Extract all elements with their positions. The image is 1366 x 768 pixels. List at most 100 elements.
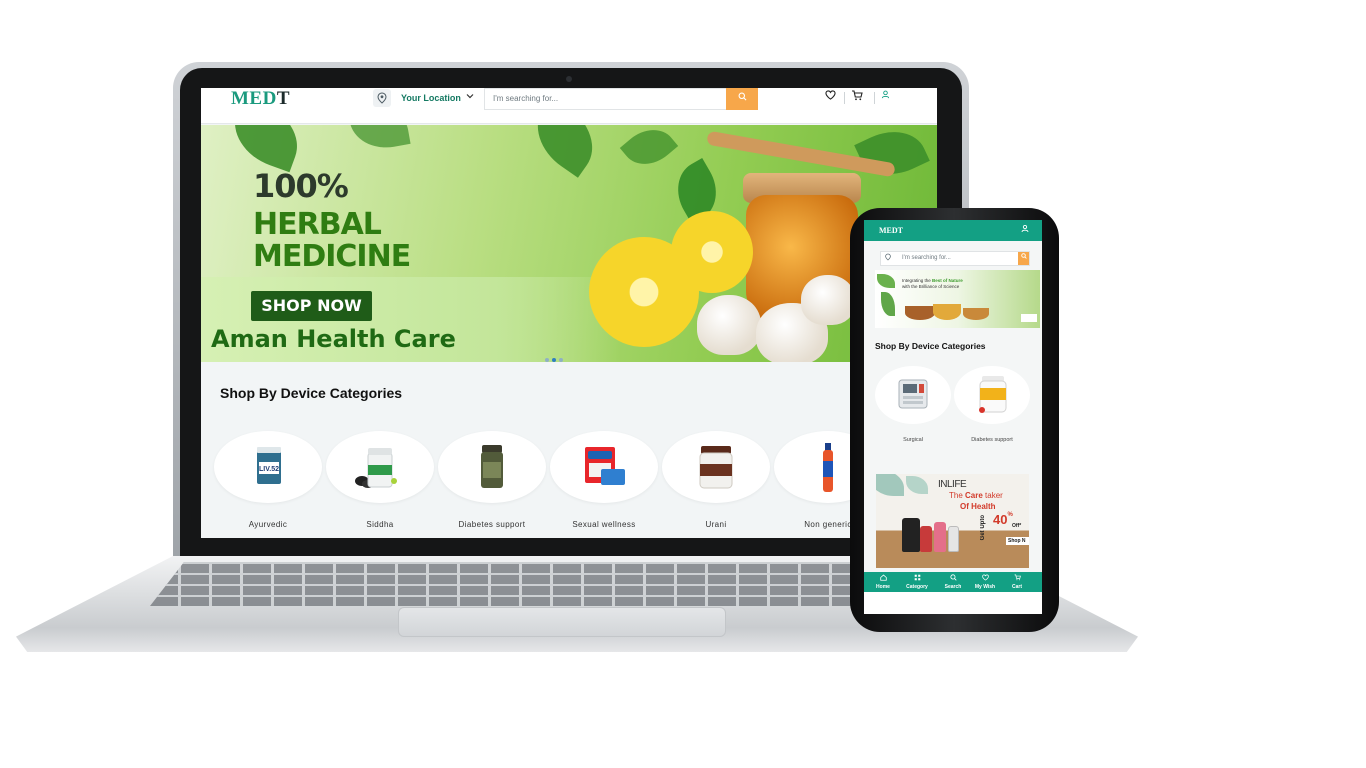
mobile-screen: MEDT I'm searching for... Integrating th… (864, 220, 1042, 592)
svg-text:LIV.52: LIV.52 (259, 466, 279, 473)
search-button[interactable] (1018, 252, 1029, 265)
mobile-tab-bar: Home Category Search My Wish Cart (864, 572, 1042, 592)
heart-icon[interactable] (825, 90, 836, 103)
desktop-screen: MEDT Your Location I'm searching for... (201, 88, 937, 538)
logo-main: MED (879, 226, 898, 235)
search-placeholder: I'm searching for... (493, 94, 559, 103)
leaf-decoration (854, 125, 930, 187)
search-input[interactable]: I'm searching for... (484, 88, 726, 110)
carousel-indicators[interactable] (545, 349, 566, 362)
shop-now-button[interactable]: SHOP NOW (251, 291, 372, 321)
user-icon[interactable] (881, 90, 890, 102)
hero-headline-percent: 100% (253, 167, 349, 205)
leaf-decoration (223, 125, 309, 173)
ad-brand: INLIFE (938, 479, 967, 490)
map-pin-icon[interactable] (885, 253, 891, 263)
tab-label: Cart (1011, 584, 1022, 590)
phone-chin (864, 592, 1042, 614)
cart-icon[interactable] (851, 90, 863, 104)
category-siddha[interactable]: Siddha (326, 431, 434, 529)
location-label[interactable]: Your Location (401, 93, 461, 103)
tab-cart[interactable]: Cart (1000, 574, 1034, 590)
hero-banner[interactable]: 100% HERBAL MEDICINE SHOP NOW Aman Healt… (201, 125, 937, 362)
tab-search[interactable]: Search (936, 574, 970, 590)
category-image (438, 431, 546, 503)
product-bottle (934, 522, 946, 552)
carousel-dot-active[interactable] (552, 358, 556, 362)
garlic-bulb (801, 275, 855, 325)
cart-icon (1000, 574, 1034, 584)
banner-text-prefix: Integrating the (902, 278, 933, 283)
search-icon (738, 92, 746, 101)
category-image (662, 431, 770, 503)
garlic-bulb (697, 295, 761, 355)
chevron-down-icon[interactable] (465, 91, 475, 104)
carousel-dot[interactable] (559, 358, 563, 362)
nav-divider (844, 92, 845, 104)
leaf-decoration (522, 125, 608, 178)
ad-tagline-line1: The Care taker (949, 491, 1003, 500)
hero-headline-herbal: HERBAL (253, 207, 382, 242)
category-image: LIV.52 (214, 431, 322, 503)
top-navbar: MEDT Your Location I'm searching for... (201, 88, 937, 124)
home-icon (866, 574, 900, 584)
category-label: Diabetes support (971, 437, 1013, 443)
ad-off: Off* (1012, 523, 1022, 529)
leaf-decoration (876, 474, 904, 496)
tab-category[interactable]: Category (900, 574, 934, 590)
hero-headline-medicine: MEDICINE (253, 239, 411, 274)
banner-text-suffix: with the Brilliance of Science (902, 284, 960, 289)
inlife-advertisement[interactable]: INLIFE The Care taker Of Health Get Upto… (876, 474, 1029, 568)
leaf-decoration (619, 125, 679, 176)
mobile-search-input[interactable]: I'm searching for... (880, 251, 1030, 266)
carousel-dot[interactable] (545, 358, 549, 362)
search-icon (936, 574, 970, 584)
map-pin-icon[interactable] (373, 89, 391, 107)
banner-text: Integrating the Best of Nature with the … (902, 278, 963, 290)
webcam (566, 76, 572, 82)
mobile-header: MEDT (864, 220, 1042, 241)
category-image (550, 431, 658, 503)
leaf-decoration (877, 274, 895, 288)
grid-icon (900, 574, 934, 584)
lemon-slice (671, 211, 753, 293)
category-urani[interactable]: Urani (662, 431, 770, 529)
mobile-categories-heading: Shop By Device Categories (875, 341, 986, 351)
categories-heading: Shop By Device Categories (220, 385, 403, 401)
site-logo[interactable]: MEDT (231, 88, 290, 110)
logo-accent: T (897, 226, 904, 235)
ad-tagline-line2: Of Health (960, 502, 996, 511)
category-label: Siddha (366, 520, 394, 529)
mobile-logo[interactable]: MEDT (879, 226, 903, 235)
category-ayurvedic[interactable]: LIV.52 Ayurvedic (214, 431, 322, 529)
category-surgical[interactable]: Surgical (875, 366, 951, 443)
tab-home[interactable]: Home (866, 574, 900, 590)
ad-tagline-prefix: The (949, 491, 966, 500)
tab-my-wish[interactable]: My Wish (968, 574, 1002, 590)
device-mockup: MEDT Your Location I'm searching for... (0, 0, 1366, 768)
ad-tagline-highlight: Care (965, 491, 983, 500)
product-bottle (920, 526, 932, 552)
category-label: Urani (705, 520, 727, 529)
category-diabetes-support[interactable]: Diabetes support (954, 366, 1030, 443)
heart-icon (968, 574, 1002, 584)
leaf-decoration (347, 125, 411, 154)
category-sexual-wellness[interactable]: Sexual wellness (550, 431, 658, 529)
mobile-promo-banner[interactable]: Integrating the Best of Nature with the … (875, 270, 1040, 328)
nav-divider (874, 92, 875, 104)
ad-shop-button[interactable]: Shop N (1006, 537, 1029, 545)
ad-percent: 40% (993, 512, 1013, 527)
search-button[interactable] (726, 88, 758, 110)
hero-brand-name: Aman Health Care (211, 325, 456, 353)
product-bottle (902, 518, 920, 552)
category-diabetes-support[interactable]: Diabetes support (438, 431, 546, 529)
ad-tagline-suffix: taker (982, 491, 1003, 500)
category-image (326, 431, 434, 503)
user-icon[interactable] (1021, 224, 1029, 235)
category-label: Ayurvedic (248, 520, 288, 529)
search-placeholder: I'm searching for... (902, 255, 951, 261)
banner-text-highlight: Best of Nature (932, 278, 963, 283)
category-label: Surgical (903, 437, 923, 443)
product-bottle (948, 526, 959, 552)
tab-label: Search (944, 584, 962, 590)
